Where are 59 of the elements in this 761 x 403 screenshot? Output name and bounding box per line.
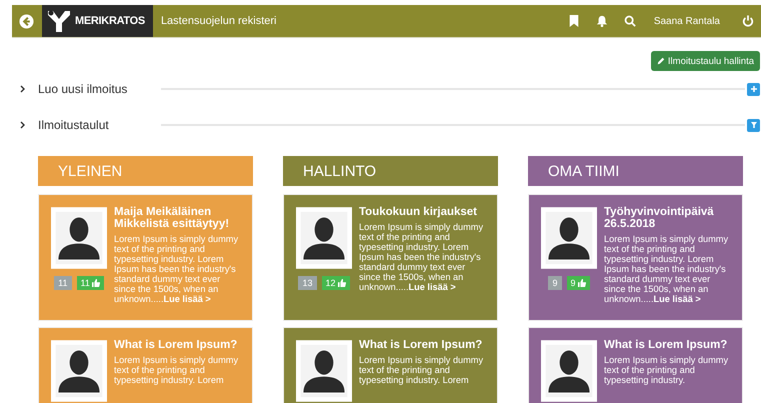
post-excerpt: Lorem Ipsum is simply dummy text of the printing and typesetting industry. Lorem Ipsum has been the industry's standard dummy text ever since the 1500s, when an unknown.....Lue lisää > (604, 235, 730, 305)
comment-count: 11 (54, 276, 72, 290)
logo-mark-icon (47, 9, 71, 33)
post-title: Työhyvinvointipäivä 26.5.2018 (604, 206, 715, 230)
app-title: Lastensuojelun rekisteri (160, 15, 277, 27)
post-title: What is Lorem Ipsum? (359, 339, 484, 352)
logo-text: MERIKRATOS (75, 15, 145, 27)
manage-board-button[interactable]: Ilmoitustaulu hallinta (650, 51, 760, 71)
power-icon[interactable] (742, 15, 754, 27)
post-card[interactable] (283, 194, 498, 321)
post-card[interactable] (38, 194, 253, 321)
post-card[interactable]: What is Lorem Ipsum? Lorem Ipsum is simply dummy text of the printing and typesetting industry. Lorem (283, 327, 498, 403)
avatar-icon (541, 339, 597, 403)
post-excerpt: Lorem Ipsum is simply dummy text of the printing and typesetting industry. Lorem Ipsum has been the industry's standard dummy text ever since the 1500s, when an unknown.....Lue lisää > (114, 235, 240, 305)
read-more-link[interactable]: Lue lisää > (408, 282, 456, 292)
comment-count: 13 (298, 276, 316, 290)
post-card[interactable]: What is Lorem Ipsum? Lorem Ipsum is simply dummy text of the printing and typesetting industry. (528, 327, 743, 403)
post-title: Maija Meikäläinen Mikkelistä esittäytyy! (114, 206, 230, 230)
read-more-link[interactable]: Lue lisää > (164, 294, 211, 304)
post-excerpt: Lorem Ipsum is simply dummy text of the printing and typesetting industry. Lorem Ipsum has been the industry's standard dummy text ever since the 1500s, when an unknown.....Lue lisää > (359, 223, 484, 293)
like-count[interactable]: 11 (76, 276, 104, 290)
post-title: What is Lorem Ipsum? (604, 339, 728, 352)
user-name[interactable]: Saana Rantala (654, 16, 720, 26)
post-excerpt: Lorem Ipsum is simply dummy text of the printing and typesetting industry. (604, 356, 730, 386)
bookmark-icon[interactable] (568, 15, 580, 27)
avatar-icon (296, 339, 352, 403)
section-title[interactable]: Ilmoitustaulut (38, 118, 161, 132)
post-card[interactable]: What is Lorem Ipsum? Lorem Ipsum is simply dummy text of the printing and typesetting industry. Lorem (38, 327, 253, 403)
add-button[interactable] (747, 82, 760, 96)
logo[interactable]: MERIKRATOS (42, 5, 153, 37)
read-more-link[interactable]: Lue lisää > (654, 294, 701, 304)
post-excerpt: Lorem Ipsum is simply dummy text of the printing and typesetting industry. Lorem (359, 356, 484, 386)
column-header: OMA TIIMI (528, 156, 743, 186)
thumbs-up-icon (92, 279, 100, 287)
avatar-icon (296, 206, 352, 270)
comment-count: 9 (548, 276, 562, 290)
column-header: YLEINEN (38, 156, 253, 186)
bell-icon[interactable] (596, 15, 608, 27)
post-title: What is Lorem Ipsum? (114, 339, 238, 352)
plus-icon (750, 85, 758, 93)
filter-icon (750, 121, 758, 129)
post-title: Toukokuun kirjaukset (359, 206, 478, 218)
back-icon[interactable] (19, 14, 34, 28)
section-title[interactable]: Luo uusi ilmoitus (38, 82, 161, 96)
pencil-icon (656, 57, 665, 65)
avatar-icon (51, 206, 107, 270)
thumbs-up-icon (578, 279, 586, 287)
search-icon[interactable] (624, 15, 636, 27)
post-excerpt: Lorem Ipsum is simply dummy text of the printing and typesetting industry. Lorem (114, 356, 240, 386)
chevron-right-icon[interactable] (20, 85, 26, 93)
like-count[interactable]: 12 (322, 276, 350, 290)
post-card[interactable] (528, 194, 743, 321)
thumbs-up-icon (338, 279, 346, 287)
chevron-right-icon[interactable] (20, 121, 26, 129)
like-count[interactable]: 9 (566, 276, 590, 290)
avatar-icon (51, 339, 107, 403)
filter-button[interactable] (747, 118, 760, 132)
column-header: HALLINTO (283, 156, 498, 186)
avatar-icon (541, 206, 597, 270)
